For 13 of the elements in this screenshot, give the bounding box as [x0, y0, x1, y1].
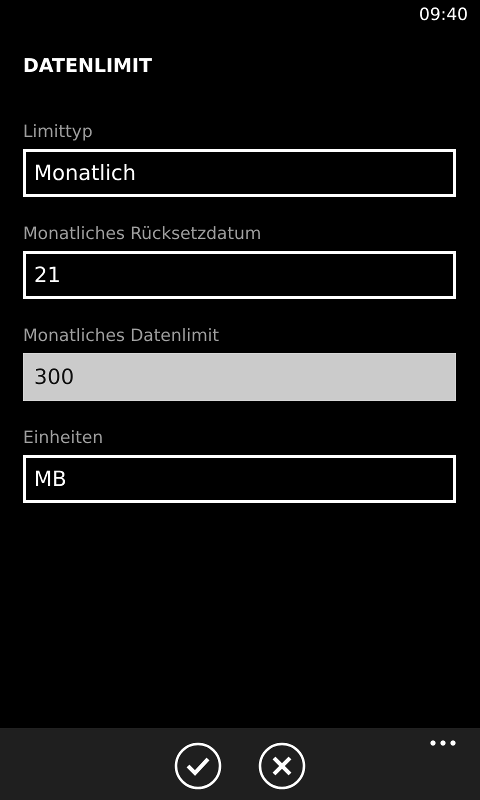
- input-field[interactable]: MB: [23, 455, 456, 503]
- field-label: Monatliches Rücksetzdatum: [23, 223, 262, 245]
- input-field[interactable]: Monatlich: [23, 149, 456, 197]
- field-label: Monatliches Datenlimit: [23, 325, 220, 347]
- close-button[interactable]: [258, 742, 306, 790]
- page-title: DATENLIMIT: [23, 55, 153, 77]
- status-time: 09:40: [419, 5, 468, 27]
- input-field[interactable]: 21: [23, 251, 456, 299]
- check-button[interactable]: [174, 742, 222, 790]
- more-icon[interactable]: [430, 740, 456, 746]
- field-label: Limittyp: [23, 121, 94, 143]
- input-field[interactable]: 300: [23, 353, 456, 401]
- field-label: Einheiten: [23, 427, 104, 449]
